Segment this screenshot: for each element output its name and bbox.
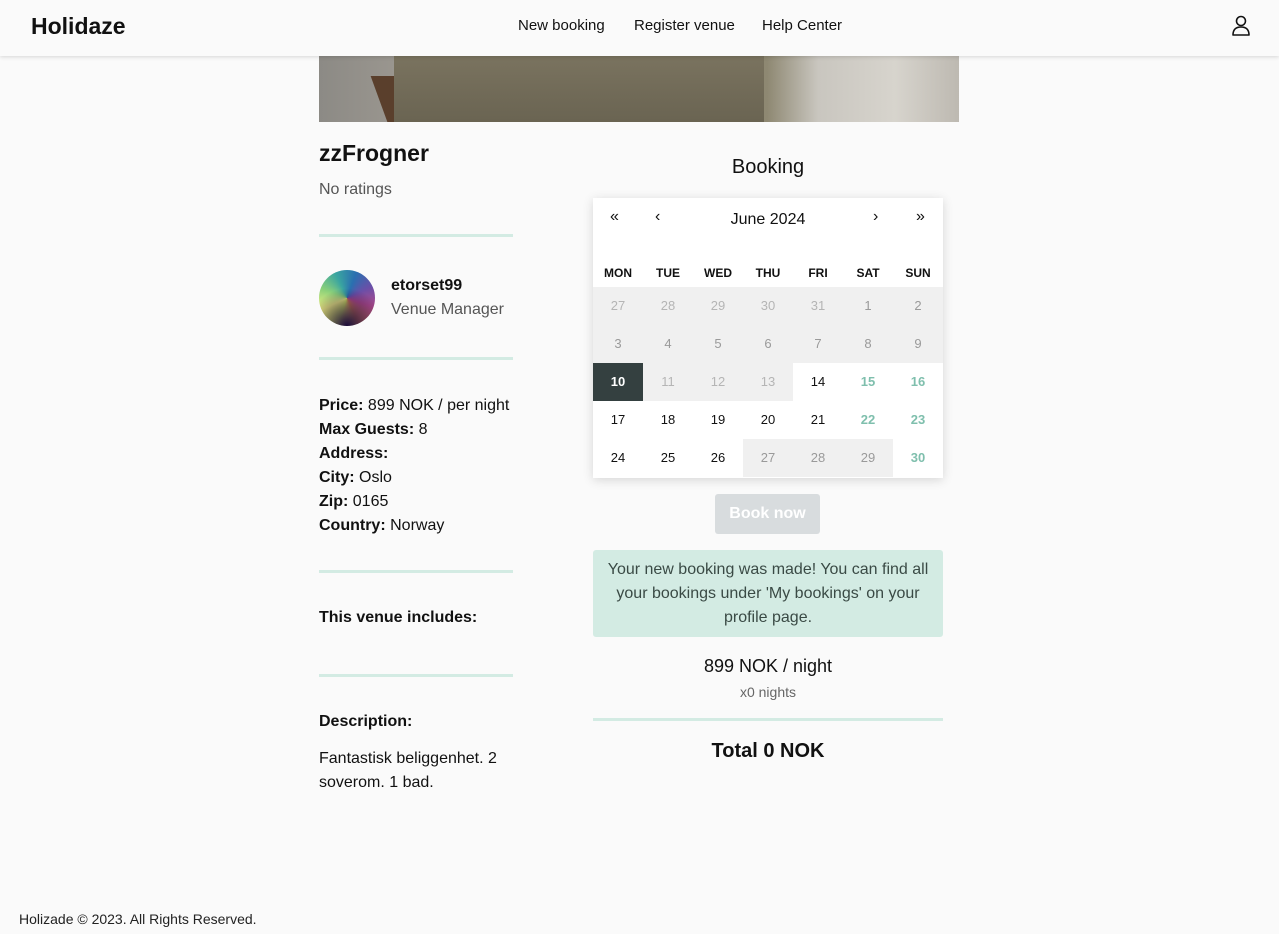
calendar: « ‹ June 2024 › » MON TUE WED THU FRI SAT SUN … (593, 198, 943, 478)
calendar-day[interactable]: 1 (843, 287, 893, 325)
calendar-day[interactable]: 20 (743, 401, 793, 439)
weekday-header: WED (704, 266, 732, 280)
manager-role: Venue Manager (391, 301, 504, 318)
user-icon[interactable] (1231, 15, 1251, 37)
calendar-day[interactable]: 7 (793, 325, 843, 363)
price-per-night: 899 NOK / night (703, 656, 833, 676)
calendar-day[interactable]: 5 (693, 325, 743, 363)
calendar-day[interactable]: 18 (643, 401, 693, 439)
max-guests-info: Max Guests: 8 (319, 421, 428, 438)
calendar-day[interactable]: 11 (643, 363, 693, 401)
calendar-day[interactable]: 19 (693, 401, 743, 439)
calendar-day[interactable]: 24 (593, 439, 643, 477)
calendar-day[interactable]: 6 (743, 325, 793, 363)
calendar-day[interactable]: 10 (593, 363, 643, 401)
calendar-day[interactable]: 28 (793, 439, 843, 477)
calendar-day[interactable]: 22 (843, 401, 893, 439)
divider (319, 674, 513, 677)
calendar-next-button[interactable]: › (873, 208, 878, 226)
calendar-day[interactable]: 30 (893, 439, 943, 477)
calendar-day[interactable]: 28 (643, 287, 693, 325)
calendar-day[interactable]: 8 (843, 325, 893, 363)
venue-image (319, 56, 959, 122)
manager-name: etorset99 (391, 277, 463, 294)
booking-success-alert: Your new booking was made! You can find … (593, 550, 943, 637)
logo[interactable]: Holidaze (31, 13, 126, 40)
city-info: City: Oslo (319, 469, 392, 486)
weekday-header: TUE (656, 266, 680, 280)
total-price: Total 0 NOK (711, 740, 825, 762)
calendar-day[interactable]: 14 (793, 363, 843, 401)
avatar (319, 270, 375, 326)
calendar-day[interactable]: 29 (693, 287, 743, 325)
calendar-day[interactable]: 25 (643, 439, 693, 477)
weekday-header: SAT (856, 266, 880, 280)
calendar-day[interactable]: 27 (593, 287, 643, 325)
calendar-day[interactable]: 15 (843, 363, 893, 401)
footer-copyright: Holizade © 2023. All Rights Reserved. (19, 911, 257, 927)
calendar-day[interactable]: 17 (593, 401, 643, 439)
nights-count: x0 nights (739, 684, 797, 700)
top-navbar: Holidaze New booking Register venue Help… (0, 0, 1279, 56)
nav-new-booking[interactable]: New booking (518, 17, 605, 34)
divider (319, 357, 513, 360)
country-info: Country: Norway (319, 517, 445, 534)
venue-title: zzFrogner (319, 140, 429, 166)
calendar-day[interactable]: 31 (793, 287, 843, 325)
description-text: Fantastisk beliggenhet. 2 soverom. 1 bad… (319, 750, 497, 791)
nav-register-venue[interactable]: Register venue (634, 17, 735, 34)
calendar-day[interactable]: 3 (593, 325, 643, 363)
address-info: Address: (319, 445, 389, 462)
divider (593, 718, 943, 721)
zip-info: Zip: 0165 (319, 493, 389, 510)
calendar-day[interactable]: 29 (843, 439, 893, 477)
calendar-day[interactable]: 16 (893, 363, 943, 401)
book-now-button[interactable]: Book now (715, 494, 820, 534)
calendar-day[interactable]: 23 (893, 401, 943, 439)
bed-blanket-shape (394, 56, 764, 122)
booking-heading: Booking (731, 156, 805, 178)
calendar-day[interactable]: 21 (793, 401, 843, 439)
calendar-day[interactable]: 9 (893, 325, 943, 363)
price-info: Price: 899 NOK / per night (319, 397, 510, 414)
weekday-header: MON (604, 266, 632, 280)
calendar-day[interactable]: 2 (893, 287, 943, 325)
includes-heading: This venue includes: (319, 609, 478, 626)
calendar-prev-button[interactable]: ‹ (655, 208, 660, 226)
calendar-day[interactable]: 13 (743, 363, 793, 401)
calendar-day[interactable]: 4 (643, 325, 693, 363)
calendar-first-button[interactable]: « (610, 208, 619, 226)
divider (319, 234, 513, 237)
divider (319, 570, 513, 573)
weekday-header: SUN (905, 266, 931, 280)
calendar-day[interactable]: 12 (693, 363, 743, 401)
weekday-header: THU (755, 266, 781, 280)
calendar-day[interactable]: 26 (693, 439, 743, 477)
venue-ratings: No ratings (319, 181, 392, 198)
description-heading: Description: (319, 713, 413, 730)
calendar-day[interactable]: 30 (743, 287, 793, 325)
weekday-header: FRI (808, 266, 828, 280)
calendar-day[interactable]: 27 (743, 439, 793, 477)
calendar-last-button[interactable]: » (916, 208, 925, 226)
nav-help-center[interactable]: Help Center (762, 17, 842, 34)
calendar-month-label[interactable]: June 2024 (693, 211, 843, 229)
